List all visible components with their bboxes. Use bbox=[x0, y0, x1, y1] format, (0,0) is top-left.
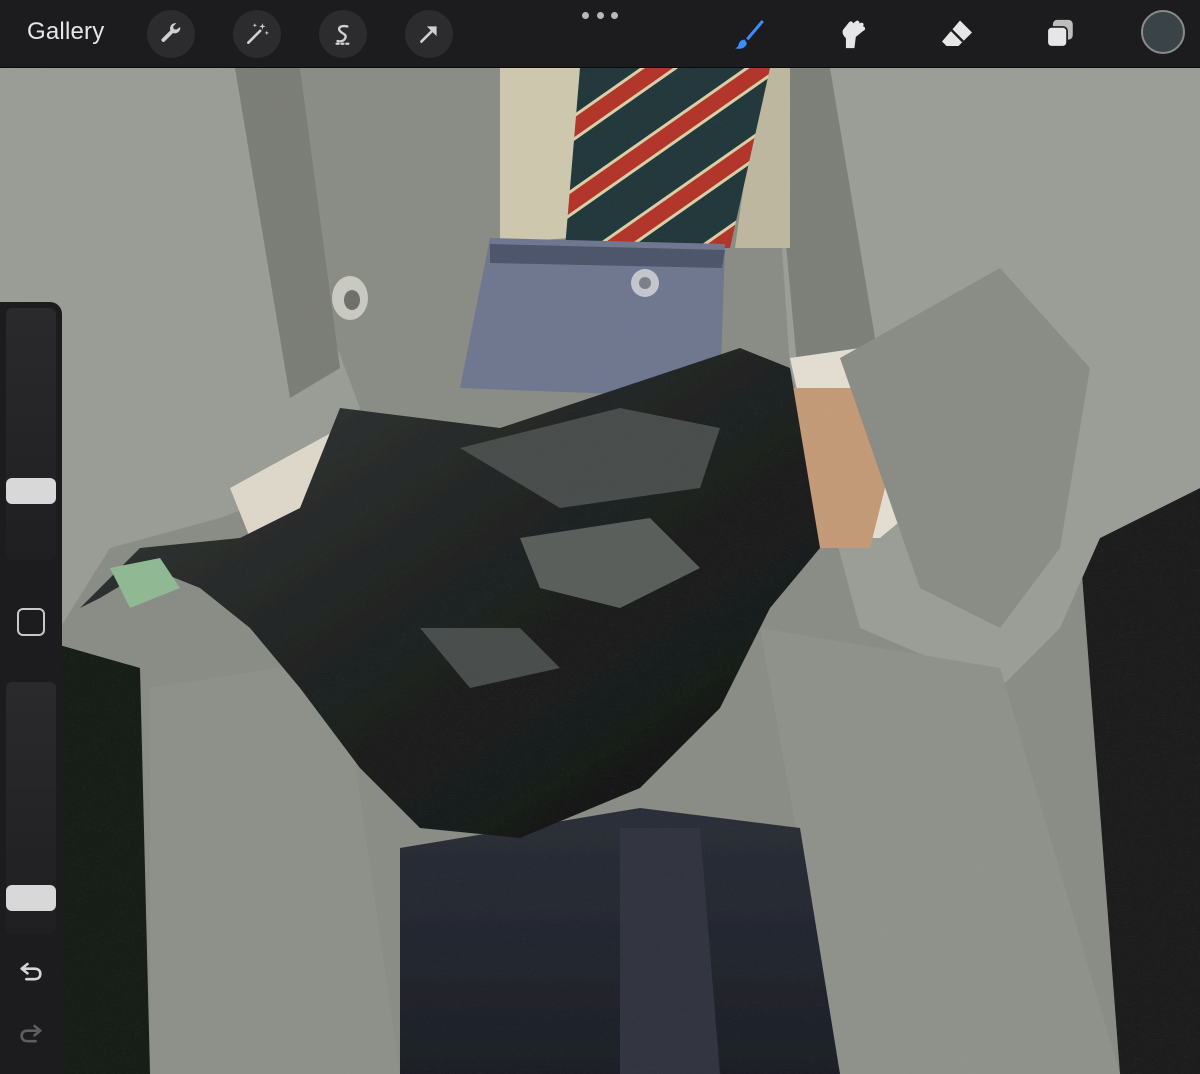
color-picker-swatch[interactable] bbox=[1141, 10, 1185, 54]
brush-size-slider-thumb[interactable] bbox=[6, 478, 56, 504]
more-options-button[interactable] bbox=[582, 9, 618, 21]
adjustments-button[interactable] bbox=[233, 10, 281, 58]
brush-tool-button[interactable] bbox=[725, 10, 773, 58]
selection-button[interactable] bbox=[319, 10, 367, 58]
top-toolbar: Gallery bbox=[0, 0, 1200, 68]
brush-icon bbox=[734, 19, 764, 49]
gallery-button[interactable]: Gallery bbox=[27, 18, 104, 46]
eraser-tool-button[interactable] bbox=[933, 10, 981, 58]
transform-button[interactable] bbox=[405, 10, 453, 58]
drawing-canvas[interactable] bbox=[0, 68, 1200, 1074]
procreate-app: Gallery bbox=[0, 0, 1200, 1074]
undo-icon bbox=[20, 962, 42, 981]
transform-arrow-icon bbox=[420, 26, 437, 43]
redo-icon bbox=[20, 1024, 42, 1043]
dot-icon bbox=[582, 11, 589, 19]
artwork-painting bbox=[0, 68, 1200, 1074]
eraser-icon bbox=[942, 20, 972, 46]
modify-button[interactable] bbox=[17, 608, 45, 636]
smudge-tool-button[interactable] bbox=[829, 10, 877, 58]
magic-wand-icon bbox=[247, 23, 269, 44]
dot-icon bbox=[611, 11, 618, 19]
redo-button[interactable] bbox=[14, 1016, 48, 1050]
selection-icon bbox=[335, 24, 351, 45]
opacity-slider[interactable] bbox=[6, 682, 56, 934]
smudge-icon bbox=[842, 20, 866, 49]
dot-icon bbox=[596, 11, 604, 19]
brush-size-slider[interactable] bbox=[6, 308, 56, 560]
actions-button[interactable] bbox=[147, 10, 195, 58]
layers-button[interactable] bbox=[1036, 10, 1084, 58]
wrench-icon bbox=[161, 23, 181, 42]
left-sidebar bbox=[0, 302, 62, 1074]
opacity-slider-thumb[interactable] bbox=[6, 885, 56, 911]
undo-button[interactable] bbox=[14, 954, 48, 988]
layers-icon bbox=[1046, 19, 1073, 48]
